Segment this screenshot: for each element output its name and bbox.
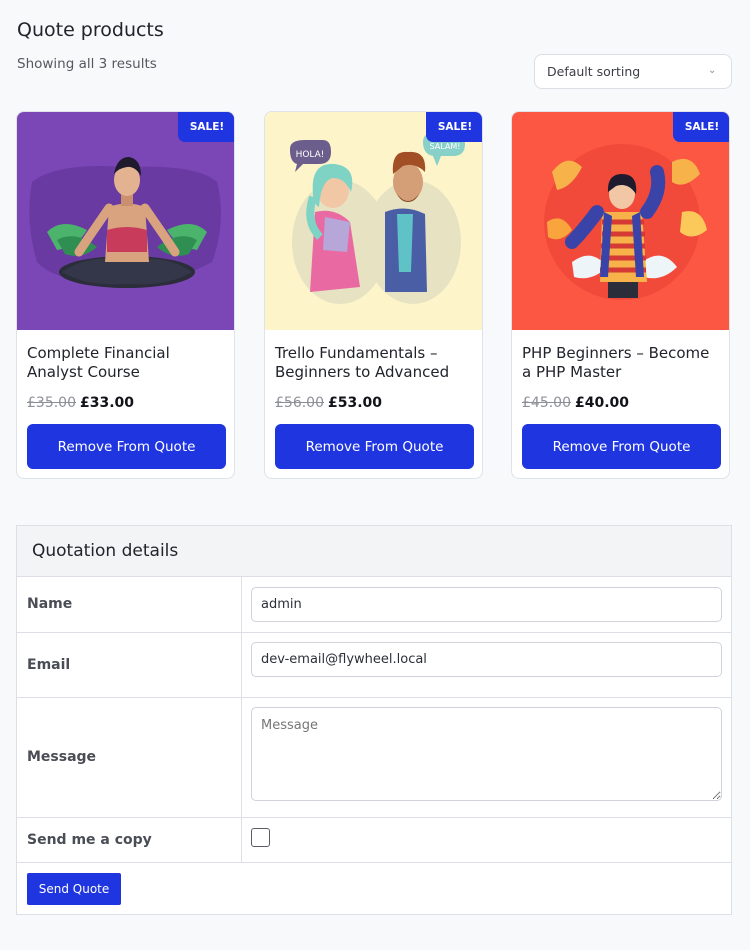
product-card: SALE! PHP Beginners – Become a PHP Maste… [511, 111, 730, 479]
old-price: £56.00 [275, 395, 324, 411]
product-image[interactable]: SALE! [512, 112, 729, 330]
product-price: £45.00 £40.00 [522, 395, 629, 411]
product-card: SALE! Complete Financial Analyst Course … [16, 111, 235, 479]
send-copy-row: Send me a copy [17, 818, 731, 863]
message-label: Message [27, 749, 97, 765]
old-price: £35.00 [27, 395, 76, 411]
sale-price: £53.00 [328, 395, 383, 411]
old-price: £45.00 [522, 395, 571, 411]
sale-price: £40.00 [575, 395, 630, 411]
email-label: Email [27, 657, 71, 673]
page-title: Quote products [17, 19, 164, 41]
send-copy-checkbox[interactable] [251, 828, 270, 847]
result-count: Showing all 3 results [17, 56, 157, 72]
message-row: Message [17, 698, 731, 818]
speech-bubble-right: SALAM! [430, 142, 461, 151]
sale-badge: SALE! [426, 112, 482, 142]
column-divider [241, 818, 242, 862]
send-copy-label: Send me a copy [27, 832, 152, 848]
email-field[interactable] [251, 642, 722, 677]
sale-badge: SALE! [673, 112, 729, 142]
product-image[interactable]: HOLA! SALAM! SALE! [265, 112, 482, 330]
product-title[interactable]: Trello Fundamentals – Beginners to Advan… [275, 344, 475, 382]
product-title[interactable]: PHP Beginners – Become a PHP Master [522, 344, 722, 382]
quotation-heading: Quotation details [17, 526, 731, 577]
product-price: £35.00 £33.00 [27, 395, 134, 411]
remove-from-quote-button[interactable]: Remove From Quote [27, 424, 226, 469]
remove-from-quote-button[interactable]: Remove From Quote [522, 424, 721, 469]
send-quote-button[interactable]: Send Quote [27, 873, 121, 905]
product-title[interactable]: Complete Financial Analyst Course [27, 344, 227, 382]
product-card: HOLA! SALAM! SALE! Trello Fundamentals –… [264, 111, 483, 479]
chevron-down-icon: ⌄ [708, 65, 717, 76]
sale-price: £33.00 [80, 395, 135, 411]
quotation-form: Quotation details Name Email Message Sen… [16, 525, 732, 915]
product-price: £56.00 £53.00 [275, 395, 382, 411]
column-divider [241, 698, 242, 817]
message-textarea[interactable] [251, 707, 722, 801]
name-row: Name [17, 577, 731, 633]
sorting-select[interactable]: Default sorting ⌄ [534, 54, 732, 89]
product-image[interactable]: SALE! [17, 112, 234, 330]
column-divider [241, 633, 242, 697]
email-row: Email [17, 633, 731, 698]
column-divider [241, 577, 242, 632]
name-label: Name [27, 596, 73, 612]
remove-from-quote-button[interactable]: Remove From Quote [275, 424, 474, 469]
speech-bubble-left: HOLA! [296, 150, 325, 160]
name-field[interactable] [251, 587, 722, 622]
sale-badge: SALE! [178, 112, 234, 142]
sorting-value: Default sorting [547, 64, 641, 79]
